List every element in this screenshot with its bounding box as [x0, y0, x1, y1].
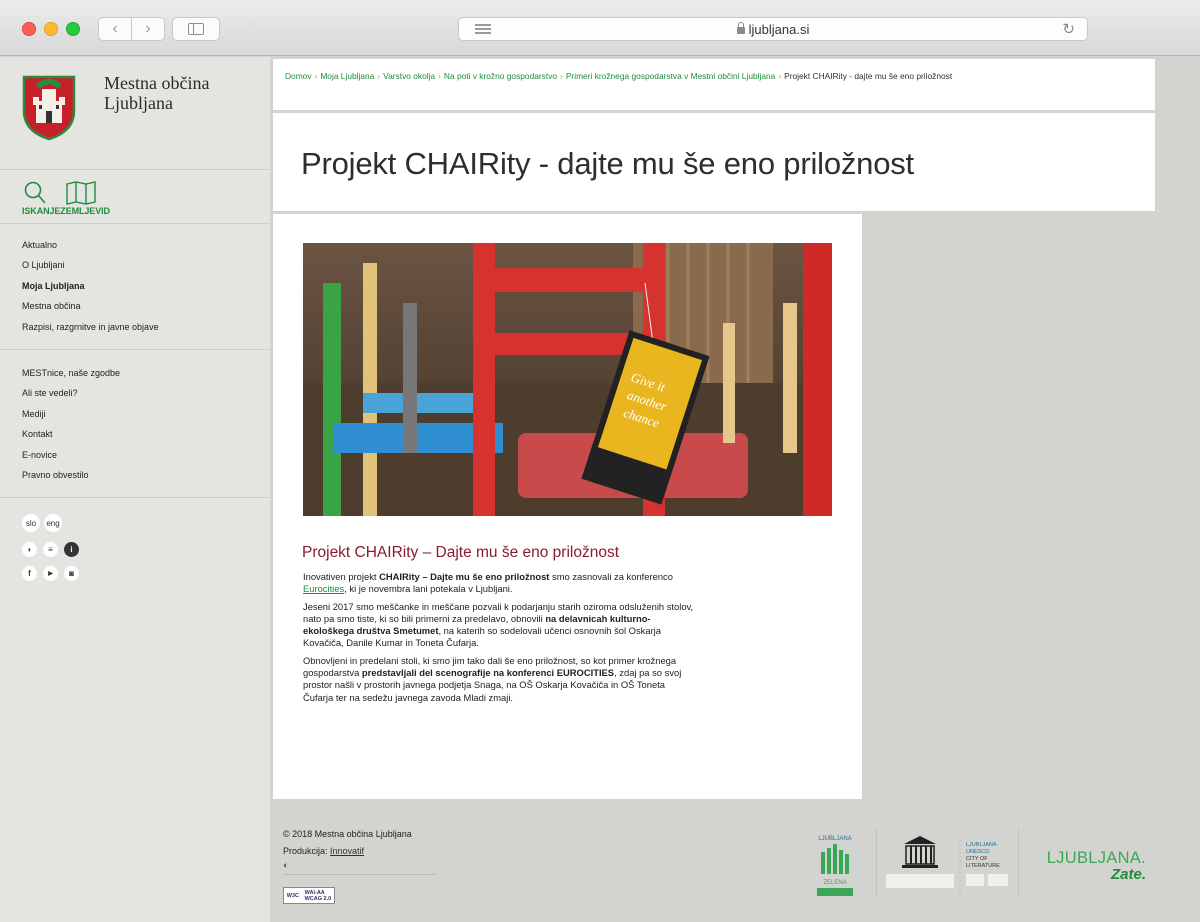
breadcrumb-primeri[interactable]: Primeri krožnega gospodarstva v Mestni o…: [566, 71, 775, 81]
breadcrumb-home[interactable]: Domov: [285, 71, 312, 81]
sidebar-item-moja-ljubljana[interactable]: Moja Ljubljana: [22, 276, 159, 296]
svg-text:LJUBLJANA: LJUBLJANA: [818, 836, 851, 842]
sidebar-item-kontakt[interactable]: Kontakt: [22, 424, 120, 444]
rss-icon[interactable]: ◗: [22, 542, 37, 557]
browser-toolbar: ‹ › ljubljana.si ↻: [0, 0, 1200, 56]
minimize-window-button[interactable]: [44, 22, 58, 36]
back-button[interactable]: ‹: [98, 17, 132, 41]
instagram-icon[interactable]: ◙: [64, 566, 79, 581]
w3c-wcag-badge[interactable]: W3C WAI-AA WCAG 2.0: [283, 887, 335, 904]
contrast-icon[interactable]: ◐: [283, 860, 288, 870]
chevron-right-icon: ›: [145, 20, 151, 37]
paragraph-3: Obnovljeni in predelani stoli, ki smo ji…: [303, 654, 682, 703]
sidebar-item-pravno-obvestilo[interactable]: Pravno obvestilo: [22, 465, 120, 485]
sidebar-item-mestnice-nas-e-zgodbe[interactable]: MESTnice, naše zgodbe: [22, 363, 120, 383]
eurocities-link[interactable]: Eurocities: [303, 583, 344, 594]
svg-text:LITERATURE: LITERATURE: [966, 863, 1000, 869]
ljubljana-zate-logo[interactable]: LJUBLJANA. Zate.: [1034, 849, 1146, 882]
sidebar-icon: [188, 23, 204, 35]
sidebar-item-o-ljubljani[interactable]: O Ljubljani: [22, 255, 159, 275]
article-body: Inovativen projekt CHAIRity – Dajte mu š…: [303, 571, 695, 709]
language-switch: slo eng: [22, 514, 62, 532]
primary-menu: Aktualno O Ljubljani Moja Ljubljana Mestna …: [22, 235, 159, 337]
sidebar-item-razpisi-razgrnitve-in-javne-objave[interactable]: Razpisi, razgrnitve in javne objave: [22, 317, 159, 337]
close-window-button[interactable]: [22, 22, 36, 36]
address-bar[interactable]: ljubljana.si ↻: [458, 17, 1088, 41]
breadcrumb-krozno-gospodarstvo[interactable]: Na poti v krožno gospodarstvo: [444, 71, 557, 81]
breadcrumb: Domov › Moja Ljubljana › Varstvo okolja › Na p…: [273, 59, 1155, 110]
sidebar-item-mediji[interactable]: Mediji: [22, 404, 120, 424]
svg-text:UNESCO: UNESCO: [966, 849, 990, 855]
paragraph-1: Inovativen projekt CHAIRity – Dajte mu š…: [303, 571, 673, 595]
chevron-left-icon: ‹: [112, 20, 118, 37]
sidebar-item-aktualno[interactable]: Aktualno: [22, 235, 159, 255]
lock-icon: [736, 22, 745, 34]
page-title: Projekt CHAIRity - dajte mu še eno prilo…: [301, 146, 914, 181]
search-icon[interactable]: [24, 181, 46, 205]
breadcrumb-current: Projekt CHAIRity - dajte mu še eno prilo…: [784, 71, 953, 81]
maximize-window-button[interactable]: [66, 22, 80, 36]
unesco-city-of-literature-logo[interactable]: LJUBLJANA UNESCO CITY OF LITERATURE: [886, 832, 1014, 898]
site-brand[interactable]: Mestna občina Ljubljana: [104, 73, 209, 113]
lang-eng[interactable]: eng: [44, 514, 62, 532]
breadcrumb-varstvo-okolja[interactable]: Varstvo okolja: [383, 71, 435, 81]
tool-labels[interactable]: ISKANJEZEMLJEVID: [22, 206, 110, 216]
secondary-menu: MESTnice, naše zgodbe Ali ste vedeli? Medi…: [22, 363, 120, 485]
sidebar-toggle-button[interactable]: [172, 17, 220, 41]
innovatif-link[interactable]: Innovatif: [330, 846, 364, 856]
chairs-photo: Give it another chance: [303, 243, 832, 516]
url-text: ljubljana.si: [748, 22, 810, 37]
sidebar-item-mestna-obc-ina[interactable]: Mestna občina: [22, 296, 159, 316]
list-icon[interactable]: ≡: [43, 542, 58, 557]
lang-slo[interactable]: slo: [22, 514, 40, 532]
zelena-prestolnica-logo[interactable]: LJUBLJANA ZELENA: [815, 832, 855, 902]
facebook-icon[interactable]: f: [22, 566, 37, 581]
svg-text:LJUBLJANA: LJUBLJANA: [966, 842, 997, 848]
footer: © 2018 Mestna občina Ljubljana Produkcij…: [283, 826, 412, 860]
map-icon[interactable]: [66, 181, 96, 205]
info-icon[interactable]: i: [64, 542, 79, 557]
sidebar-item-e-novice[interactable]: E-novice: [22, 445, 120, 465]
article-heading: Projekt CHAIRity – Dajte mu še eno prilo…: [302, 544, 620, 561]
sidebar-item-ali-ste-vedeli[interactable]: Ali ste vedeli?: [22, 383, 120, 403]
article: Give it another chance Projekt CHAIRity …: [273, 214, 862, 799]
reload-icon[interactable]: ↻: [1062, 20, 1075, 38]
paragraph-2: Jeseni 2017 smo meščanke in meščane pozv…: [303, 600, 694, 649]
left-sidebar: Mestna občina Ljubljana ISKANJEZEMLJEVID…: [0, 57, 270, 922]
copyright: © 2018 Mestna občina Ljubljana: [283, 829, 412, 839]
forward-button[interactable]: ›: [131, 17, 165, 41]
breadcrumb-moja-ljubljana[interactable]: Moja Ljubljana: [320, 71, 374, 81]
svg-text:CITY OF: CITY OF: [966, 856, 988, 862]
ljubljana-crest-logo[interactable]: [22, 75, 76, 141]
svg-text:ZELENA: ZELENA: [823, 880, 846, 886]
youtube-icon[interactable]: ▶: [43, 566, 58, 581]
